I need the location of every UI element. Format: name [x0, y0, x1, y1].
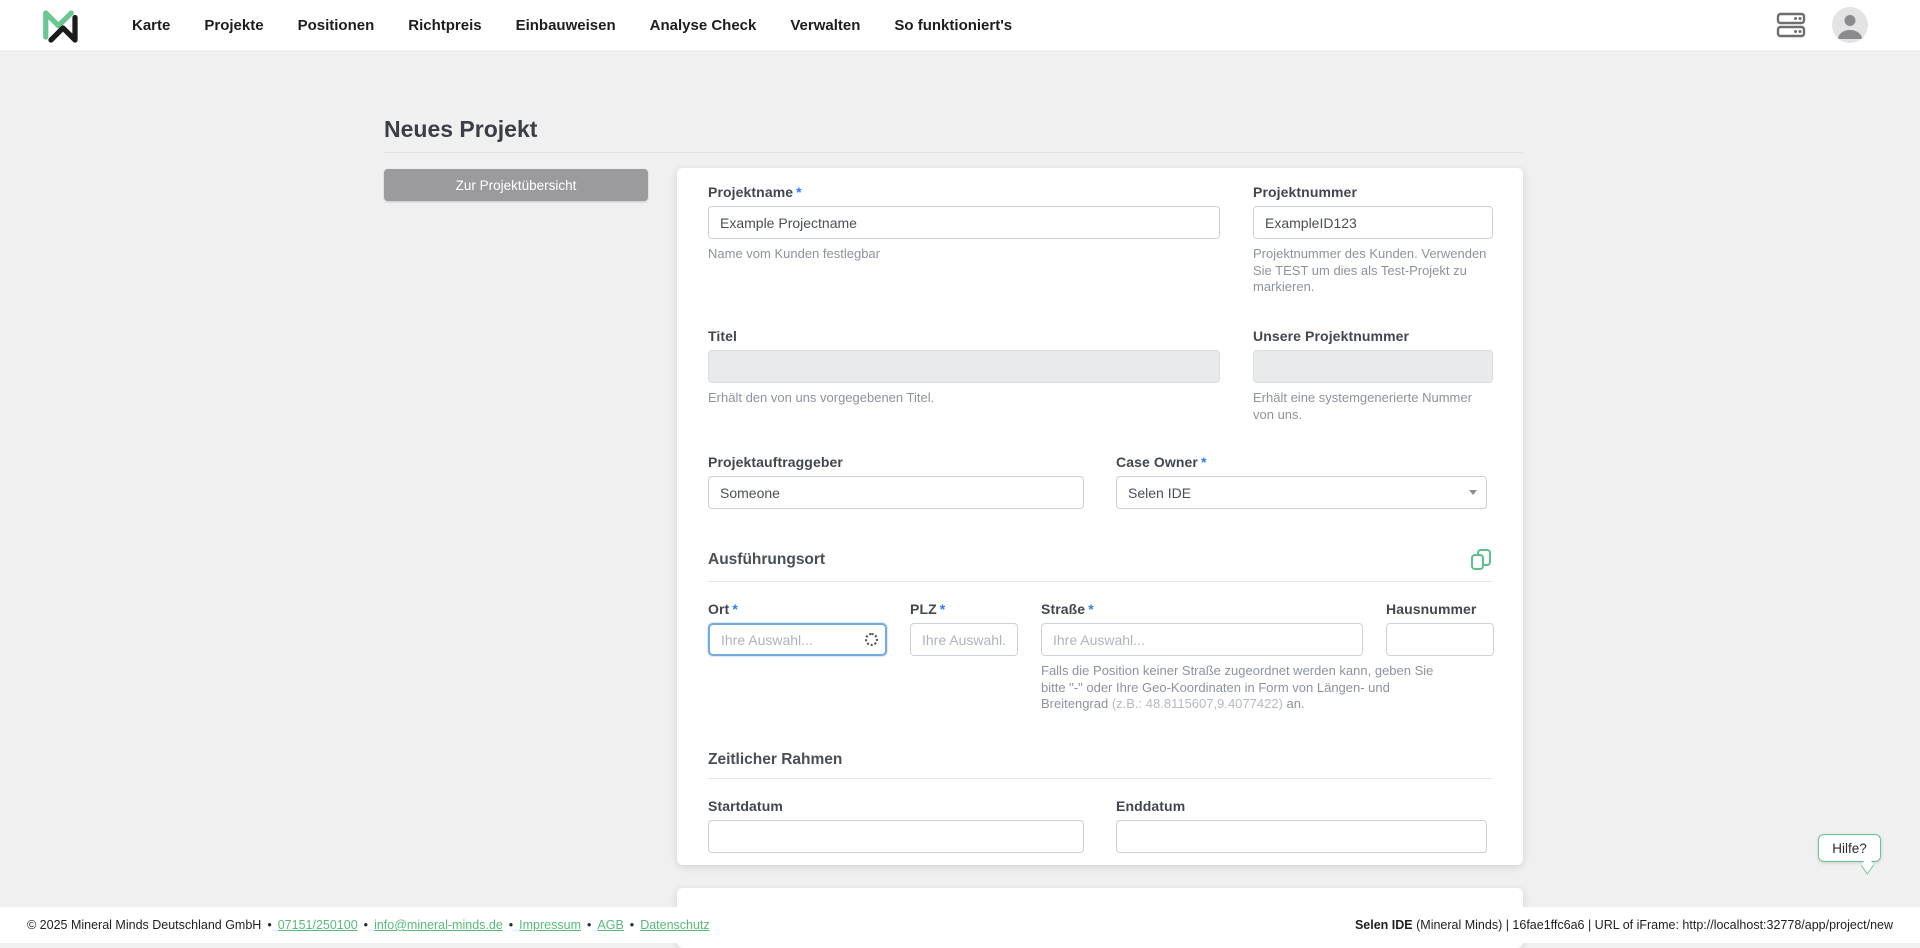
projektnummer-input[interactable] [1253, 206, 1493, 239]
ort-input[interactable] [708, 623, 887, 656]
strasse-helper: Falls die Position keiner Straße zugeord… [1041, 663, 1435, 713]
field-startdatum: Startdatum [708, 798, 1084, 853]
nav-item-so-funktionierts[interactable]: So funktioniert's [894, 17, 1012, 34]
enddatum-label: Enddatum [1116, 798, 1487, 814]
nav-item-positionen[interactable]: Positionen [298, 17, 375, 34]
user-avatar-icon[interactable] [1832, 7, 1868, 43]
section-title-ausfuehrungsort: Ausführungsort [708, 551, 825, 569]
server-icon[interactable] [1776, 11, 1806, 39]
required-asterisk: * [940, 601, 946, 617]
field-ort: Ort* [708, 601, 887, 713]
startdatum-input[interactable] [708, 820, 1084, 853]
projektname-input[interactable] [708, 206, 1220, 239]
projektnummer-label: Projektnummer [1253, 184, 1493, 200]
hausnummer-input[interactable] [1386, 623, 1494, 656]
nav-item-projekte[interactable]: Projekte [204, 17, 263, 34]
required-asterisk: * [732, 601, 738, 617]
case-owner-select[interactable] [1116, 476, 1487, 509]
footer-link-email[interactable]: info@mineral-minds.de [374, 918, 503, 932]
field-projektnummer: Projektnummer Projektnummer des Kunden. … [1253, 184, 1493, 296]
field-unsere-projektnummer: Unsere Projektnummer Erhält eine systemg… [1253, 328, 1493, 423]
field-titel: Titel Erhält den von uns vorgegebenen Ti… [708, 328, 1220, 423]
footer-link-agb[interactable]: AGB [597, 918, 623, 932]
required-asterisk: * [796, 184, 802, 200]
session-info: Selen IDE (Mineral Minds) | 16fae1ffc6a6… [1355, 918, 1893, 932]
copyright-text: © 2025 Mineral Minds Deutschland GmbH [27, 918, 261, 932]
section-title-zeitlicher-rahmen: Zeitlicher Rahmen [708, 751, 842, 769]
field-projektauftraggeber: Projektauftraggeber [708, 454, 1084, 509]
mineral-minds-logo-icon[interactable] [40, 7, 80, 43]
projektauftraggeber-input[interactable] [708, 476, 1084, 509]
case-owner-label: Case Owner [1116, 454, 1198, 470]
footer-link-impressum[interactable]: Impressum [519, 918, 581, 932]
copy-icon[interactable] [1470, 548, 1492, 572]
field-case-owner: Case Owner* [1116, 454, 1487, 509]
main-nav: Karte Projekte Positionen Richtpreis Ein… [132, 17, 1012, 34]
back-to-project-overview-button[interactable]: Zur Projektübersicht [384, 169, 648, 201]
field-strasse: Straße* Falls die Position keiner Straße… [1041, 601, 1363, 713]
nav-item-analyse-check[interactable]: Analyse Check [650, 17, 757, 34]
required-asterisk: * [1201, 454, 1207, 470]
footer-link-phone[interactable]: 07151/250100 [278, 918, 358, 932]
plz-input[interactable] [910, 623, 1018, 656]
nav-item-richtpreis[interactable]: Richtpreis [408, 17, 481, 34]
title-divider [384, 152, 1523, 153]
startdatum-label: Startdatum [708, 798, 1084, 814]
help-button[interactable]: Hilfe? [1818, 834, 1881, 862]
new-project-form-card: Projektname* Name vom Kunden festlegbar … [677, 168, 1523, 865]
top-navigation: Karte Projekte Positionen Richtpreis Ein… [0, 0, 1920, 50]
page-title: Neues Projekt [384, 116, 537, 143]
projektname-helper: Name vom Kunden festlegbar [708, 246, 1220, 263]
projektauftraggeber-label: Projektauftraggeber [708, 454, 1084, 470]
titel-label: Titel [708, 328, 1220, 344]
field-plz: PLZ* [910, 601, 1018, 713]
hausnummer-label: Hausnummer [1386, 601, 1494, 617]
strasse-label: Straße [1041, 601, 1085, 617]
footer-link-datenschutz[interactable]: Datenschutz [640, 918, 709, 932]
projektname-label: Projektname [708, 184, 793, 200]
projektnummer-helper: Projektnummer des Kunden. Verwenden Sie … [1253, 246, 1493, 296]
ort-label: Ort [708, 601, 729, 617]
titel-input [708, 350, 1220, 383]
unsere-projektnummer-label: Unsere Projektnummer [1253, 328, 1493, 344]
field-projektname: Projektname* Name vom Kunden festlegbar [708, 184, 1220, 296]
required-asterisk: * [1088, 601, 1094, 617]
nav-item-karte[interactable]: Karte [132, 17, 170, 34]
field-hausnummer: Hausnummer [1386, 601, 1494, 713]
section-divider [708, 778, 1492, 779]
strasse-input[interactable] [1041, 623, 1363, 656]
unsere-projektnummer-helper: Erhält eine systemgenerierte Nummer von … [1253, 390, 1493, 423]
footer: © 2025 Mineral Minds Deutschland GmbH • … [0, 907, 1920, 943]
field-enddatum: Enddatum [1116, 798, 1487, 853]
nav-item-einbauweisen[interactable]: Einbauweisen [516, 17, 616, 34]
enddatum-input[interactable] [1116, 820, 1487, 853]
nav-item-verwalten[interactable]: Verwalten [790, 17, 860, 34]
titel-helper: Erhält den von uns vorgegebenen Titel. [708, 390, 1220, 407]
plz-label: PLZ [910, 601, 937, 617]
section-divider [708, 581, 1492, 582]
unsere-projektnummer-input [1253, 350, 1493, 383]
